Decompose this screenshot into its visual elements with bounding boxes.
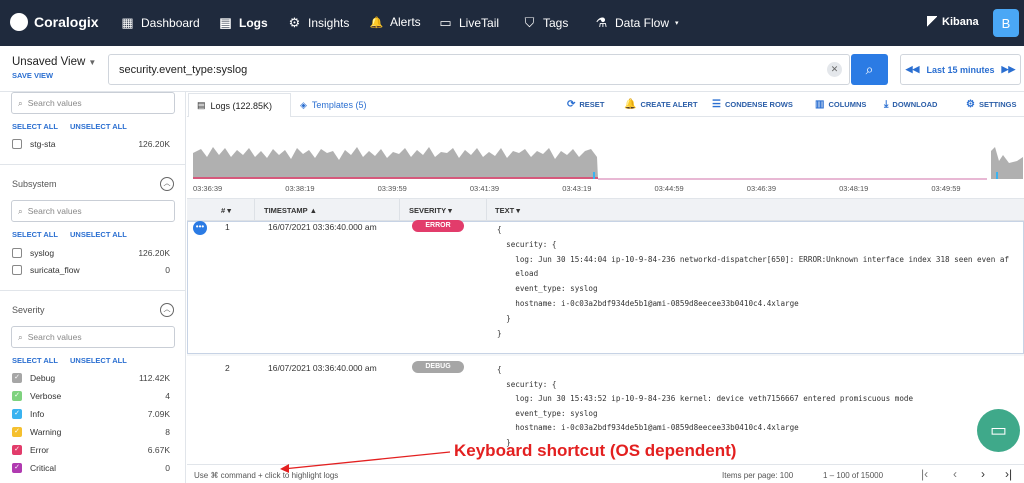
arrow-line	[282, 451, 451, 470]
annotation-arrow	[280, 451, 451, 473]
arrow-head	[280, 464, 289, 473]
annotation-text: Keyboard shortcut (OS dependent)	[454, 441, 737, 460]
chat-bubble-icon[interactable]: ▭	[977, 409, 1020, 452]
